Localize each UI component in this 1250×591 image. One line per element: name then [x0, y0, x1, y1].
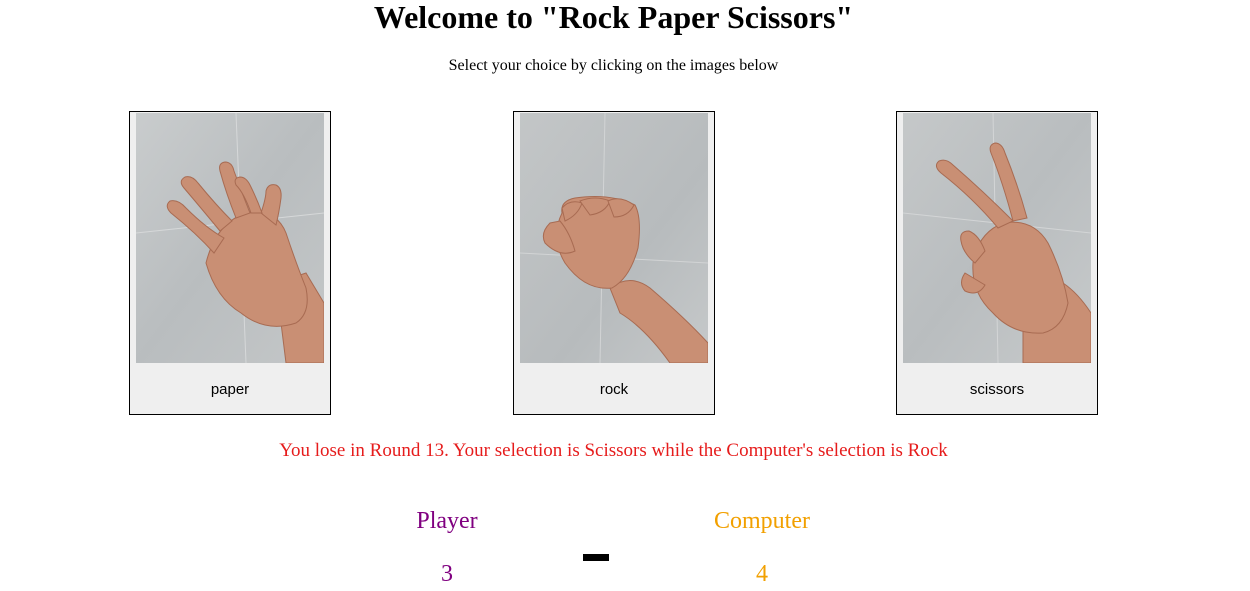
- choice-card-paper[interactable]: paper: [129, 111, 331, 415]
- player-score: 3: [441, 561, 453, 587]
- open-hand-icon: [136, 113, 324, 363]
- score-separator-dash: [583, 554, 609, 561]
- peace-sign-hand-icon: [903, 113, 1091, 363]
- page-title: Welcome to "Rock Paper Scissors": [373, 0, 854, 35]
- choice-card-scissors[interactable]: scissors: [896, 111, 1098, 415]
- game-page: Welcome to "Rock Paper Scissors" Select …: [0, 0, 1250, 591]
- computer-label: Computer: [714, 508, 810, 534]
- choice-label-paper: paper: [210, 381, 250, 398]
- round-result-message: You lose in Round 13. Your selection is …: [279, 440, 948, 461]
- rock-image[interactable]: [520, 113, 708, 363]
- choice-label-scissors: scissors: [969, 381, 1025, 398]
- choice-label-rock: rock: [599, 381, 629, 398]
- paper-image[interactable]: [136, 113, 324, 363]
- page-subtitle: Select your choice by clicking on the im…: [448, 57, 779, 74]
- computer-score: 4: [756, 561, 768, 587]
- player-label: Player: [416, 508, 478, 534]
- scissors-image[interactable]: [903, 113, 1091, 363]
- fist-icon: [520, 113, 708, 363]
- choice-card-rock[interactable]: rock: [513, 111, 715, 415]
